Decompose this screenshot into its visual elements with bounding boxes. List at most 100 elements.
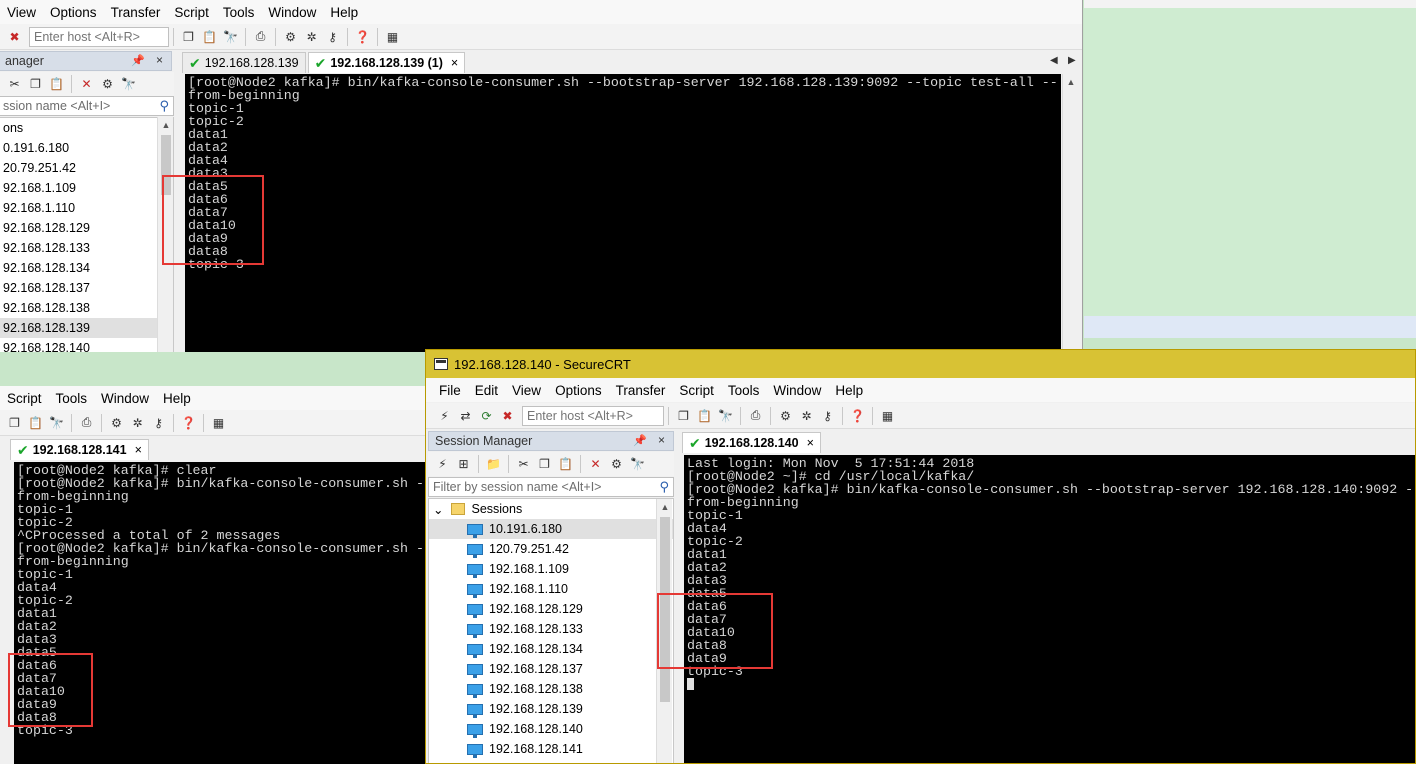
session-item[interactable]: 192.168.128.134	[429, 639, 673, 659]
menu-edit[interactable]: Edit	[468, 383, 505, 398]
sessions-folder[interactable]: ⌄ Sessions	[429, 499, 673, 519]
options-icon[interactable]: ⚙	[108, 414, 125, 431]
options-icon[interactable]: ⚙	[777, 407, 794, 424]
menu-tools[interactable]: Tools	[49, 391, 95, 406]
menu-script[interactable]: Script	[672, 383, 721, 398]
paste-icon[interactable]: 📋	[201, 28, 218, 45]
session-item[interactable]: 20.79.251.42	[0, 158, 173, 178]
scroll-up-arrow[interactable]: ▲	[657, 499, 673, 515]
tab-scroll-right-icon[interactable]: ▶	[1068, 55, 1076, 66]
menu-view[interactable]: View	[0, 5, 43, 20]
session-item[interactable]: 192.168.128.133	[429, 619, 673, 639]
session-item[interactable]: 0.191.6.180	[0, 138, 173, 158]
pin-icon[interactable]: 📌	[131, 54, 145, 67]
copy-icon[interactable]: ❐	[675, 407, 692, 424]
session-item[interactable]: 92.168.1.109	[0, 178, 173, 198]
session-filter-input[interactable]: Filter by session name <Alt+I> ⚲	[428, 477, 674, 497]
menu-help[interactable]: Help	[323, 5, 365, 20]
keymap-icon[interactable]: ✲	[303, 28, 320, 45]
help-icon[interactable]: ❓	[180, 414, 197, 431]
find-icon[interactable]: 🔭	[48, 414, 65, 431]
scroll-up-arrow[interactable]: ▲	[158, 117, 174, 133]
menu-help[interactable]: Help	[828, 383, 870, 398]
find-icon[interactable]: 🔭	[222, 28, 239, 45]
menu-script[interactable]: Script	[0, 391, 49, 406]
find-icon[interactable]: 🔭	[629, 456, 646, 473]
disconnect-icon[interactable]: ✖	[499, 407, 516, 424]
copy-icon[interactable]: ❐	[6, 414, 23, 431]
session-tab[interactable]: ✔ 192.168.128.141 ×	[10, 439, 149, 460]
session-item[interactable]: 92.168.1.110	[0, 198, 173, 218]
session-item[interactable]: 192.168.128.138	[429, 679, 673, 699]
sftp-icon[interactable]: ▦	[384, 28, 401, 45]
session-item[interactable]: 192.168.128.129	[429, 599, 673, 619]
menu-script[interactable]: Script	[167, 5, 216, 20]
keymap-icon[interactable]: ✲	[129, 414, 146, 431]
paste-icon[interactable]: 📋	[696, 407, 713, 424]
copy-icon[interactable]: ❐	[536, 456, 553, 473]
session-item[interactable]: 92.168.128.139	[0, 318, 173, 338]
copy-icon[interactable]: ❐	[180, 28, 197, 45]
session-item[interactable]: 192.168.128.141	[429, 739, 673, 759]
cut-icon[interactable]: ✂	[515, 456, 532, 473]
session-tab[interactable]: ✔ 192.168.128.140 ×	[682, 432, 821, 453]
cut-icon[interactable]: ✂	[6, 76, 23, 93]
session-item[interactable]: 192.168.1.109	[429, 559, 673, 579]
session-item[interactable]: 10.191.6.180	[429, 519, 673, 539]
session-item[interactable]: 120.79.251.42	[429, 539, 673, 559]
session-item[interactable]: 92.168.128.129	[0, 218, 173, 238]
session-item[interactable]: 192.168.128.139	[429, 699, 673, 719]
key-icon[interactable]: ⚷	[819, 407, 836, 424]
reconnect-icon[interactable]: ⟳	[478, 407, 495, 424]
menu-transfer[interactable]: Transfer	[609, 383, 673, 398]
session-item[interactable]: 92.168.128.137	[0, 278, 173, 298]
menu-tools[interactable]: Tools	[721, 383, 767, 398]
properties-icon[interactable]: ⚙	[608, 456, 625, 473]
quick-connect-icon[interactable]: ⇄	[457, 407, 474, 424]
key-icon[interactable]: ⚷	[150, 414, 167, 431]
menu-window[interactable]: Window	[94, 391, 156, 406]
paste-icon[interactable]: 📋	[48, 76, 65, 93]
menu-window[interactable]: Window	[766, 383, 828, 398]
terminal-output[interactable]: Last login: Mon Nov 5 17:51:44 2018 [root…	[684, 455, 1415, 763]
menu-tools[interactable]: Tools	[216, 5, 262, 20]
print-icon[interactable]: ⎙	[252, 28, 269, 45]
close-tab-icon[interactable]: ×	[807, 436, 814, 450]
options-icon[interactable]: ⚙	[282, 28, 299, 45]
help-icon[interactable]: ❓	[354, 28, 371, 45]
key-icon[interactable]: ⚷	[324, 28, 341, 45]
connect-icon[interactable]: ⚡	[436, 407, 453, 424]
session-item[interactable]: 92.168.128.133	[0, 238, 173, 258]
menu-view[interactable]: View	[505, 383, 548, 398]
print-icon[interactable]: ⎙	[78, 414, 95, 431]
new-session-icon[interactable]: ⊞	[455, 456, 472, 473]
sftp-icon[interactable]: ▦	[210, 414, 227, 431]
find-icon[interactable]: 🔭	[717, 407, 734, 424]
sessions-folder[interactable]: ons	[0, 118, 173, 138]
find-icon[interactable]: 🔭	[120, 76, 137, 93]
terminal-scrollbar[interactable]: ▲	[1062, 74, 1078, 352]
session-item[interactable]: 92.168.128.140	[0, 338, 173, 352]
print-icon[interactable]: ⎙	[747, 407, 764, 424]
terminal-output[interactable]: [root@Node2 kafka]# bin/kafka-console-co…	[185, 74, 1061, 352]
session-tab[interactable]: ✔ 192.168.128.139 (1) ×	[307, 52, 466, 73]
close-tab-icon[interactable]: ×	[135, 443, 142, 457]
pin-icon[interactable]: 📌	[633, 434, 647, 447]
session-tab[interactable]: ✔ 192.168.128.139	[182, 52, 306, 73]
enter-host-input[interactable]	[29, 26, 169, 47]
properties-icon[interactable]: ⚙	[99, 76, 116, 93]
session-item[interactable]: 192.168.128.140	[429, 719, 673, 739]
keymap-icon[interactable]: ✲	[798, 407, 815, 424]
menu-options[interactable]: Options	[548, 383, 609, 398]
menu-help[interactable]: Help	[156, 391, 198, 406]
paste-icon[interactable]: 📋	[557, 456, 574, 473]
help-icon[interactable]: ❓	[849, 407, 866, 424]
close-tab-icon[interactable]: ×	[451, 56, 458, 70]
menu-transfer[interactable]: Transfer	[104, 5, 168, 20]
session-item[interactable]: 192.168.1.110	[429, 579, 673, 599]
window-title-bar[interactable]: 192.168.128.140 - SecureCRT	[426, 350, 1415, 378]
session-filter-input[interactable]: ssion name <Alt+I> ⚲	[0, 96, 174, 116]
tab-scroll-left-icon[interactable]: ◀	[1050, 55, 1058, 66]
session-item[interactable]: 92.168.128.138	[0, 298, 173, 318]
connect-icon[interactable]: ⚡	[434, 456, 451, 473]
